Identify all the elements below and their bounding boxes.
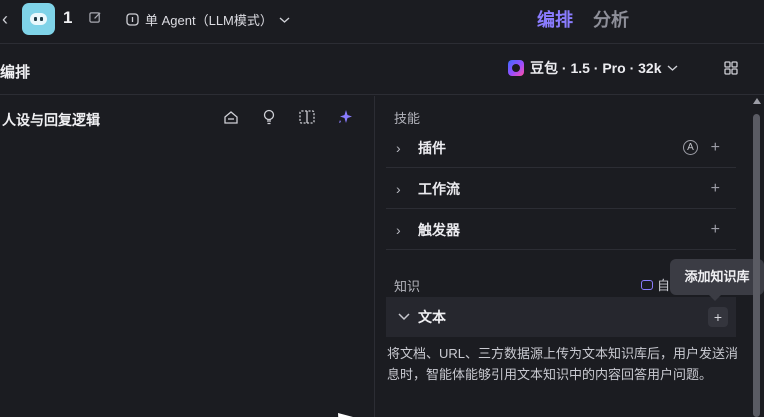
auto-call-label: 自: [657, 278, 671, 293]
model-select[interactable]: 豆包 · 1.5 · Pro · 32k: [508, 58, 678, 78]
chevron-down-icon: [668, 65, 678, 71]
tooltip-arrow: [708, 294, 722, 301]
agent-mode-label: 单 Agent（LLM模式）: [145, 13, 273, 28]
top-bar: ‹ 1 单 Agent（LLM模式） 编排 分析: [0, 0, 764, 44]
compare-icon[interactable]: [298, 108, 316, 126]
agent-mode-select[interactable]: 单 Agent（LLM模式）: [126, 10, 290, 29]
main-tabs: 编排 分析: [537, 6, 629, 32]
mode-icon: [126, 13, 139, 26]
chevron-down-icon: [279, 16, 290, 23]
scroll-thumb[interactable]: [753, 114, 760, 417]
add-plugin-button[interactable]: +: [711, 139, 720, 157]
model-label: 豆包 · 1.5 · Pro · 32k: [530, 60, 662, 76]
doubao-logo-icon: [508, 60, 524, 76]
edit-icon[interactable]: [89, 11, 102, 24]
chevron-left-icon[interactable]: ‹: [2, 9, 14, 29]
tab-arrange[interactable]: 编排: [537, 6, 573, 32]
bot-name: 1: [63, 8, 73, 27]
chevron-right-icon: ›: [396, 180, 401, 197]
skill-row-trigger[interactable]: › 触发器 +: [386, 210, 736, 250]
add-knowledge-button[interactable]: +: [708, 307, 728, 327]
annotation-arrow: [338, 413, 353, 417]
auto-call-icon: [641, 279, 653, 290]
bulb-icon[interactable]: [260, 108, 278, 126]
sub-bar: 编排 豆包 · 1.5 · Pro · 32k: [0, 45, 764, 95]
tab-analysis[interactable]: 分析: [593, 6, 629, 32]
auto-call-toggle[interactable]: 自: [641, 275, 670, 294]
skills-panel: 技能 › 插件 A + › 工作流 + › 触发器 + 知识 自 文本 + 将文…: [376, 96, 764, 417]
chevron-right-icon: ›: [396, 139, 401, 156]
knowledge-text-row[interactable]: 文本 +: [386, 297, 736, 337]
sparkle-icon[interactable]: [336, 108, 354, 126]
layout-grid-icon[interactable]: [724, 61, 738, 75]
publish-icon[interactable]: [222, 108, 240, 126]
skill-row-plugins[interactable]: › 插件 A +: [386, 128, 736, 168]
chevron-right-icon: ›: [396, 221, 401, 238]
knowledge-label: 知识: [394, 279, 421, 294]
persona-panel: 人设与回复逻辑: [0, 96, 375, 417]
add-workflow-button[interactable]: +: [711, 180, 720, 198]
skill-row-workflow[interactable]: › 工作流 +: [386, 169, 736, 209]
persona-title: 人设与回复逻辑: [2, 112, 100, 128]
persona-toolbar: [222, 108, 354, 126]
bot-face-icon: [30, 13, 47, 25]
skills-label: 技能: [394, 111, 421, 126]
bot-avatar[interactable]: [22, 3, 55, 35]
knowledge-text-label: 文本: [418, 309, 446, 325]
auto-icon[interactable]: A: [683, 140, 698, 155]
scrollbar[interactable]: [750, 96, 764, 417]
skill-label: 工作流: [418, 180, 460, 197]
section-title: 编排: [0, 64, 31, 81]
scroll-up-icon[interactable]: [753, 98, 761, 104]
knowledge-description: 将文档、URL、三方数据源上传为文本知识库后，用户发送消息时，智能体能够引用文本…: [387, 346, 739, 382]
skill-label: 触发器: [418, 221, 460, 238]
skill-label: 插件: [418, 139, 446, 156]
add-trigger-button[interactable]: +: [711, 221, 720, 239]
chevron-down-icon: [398, 313, 410, 321]
